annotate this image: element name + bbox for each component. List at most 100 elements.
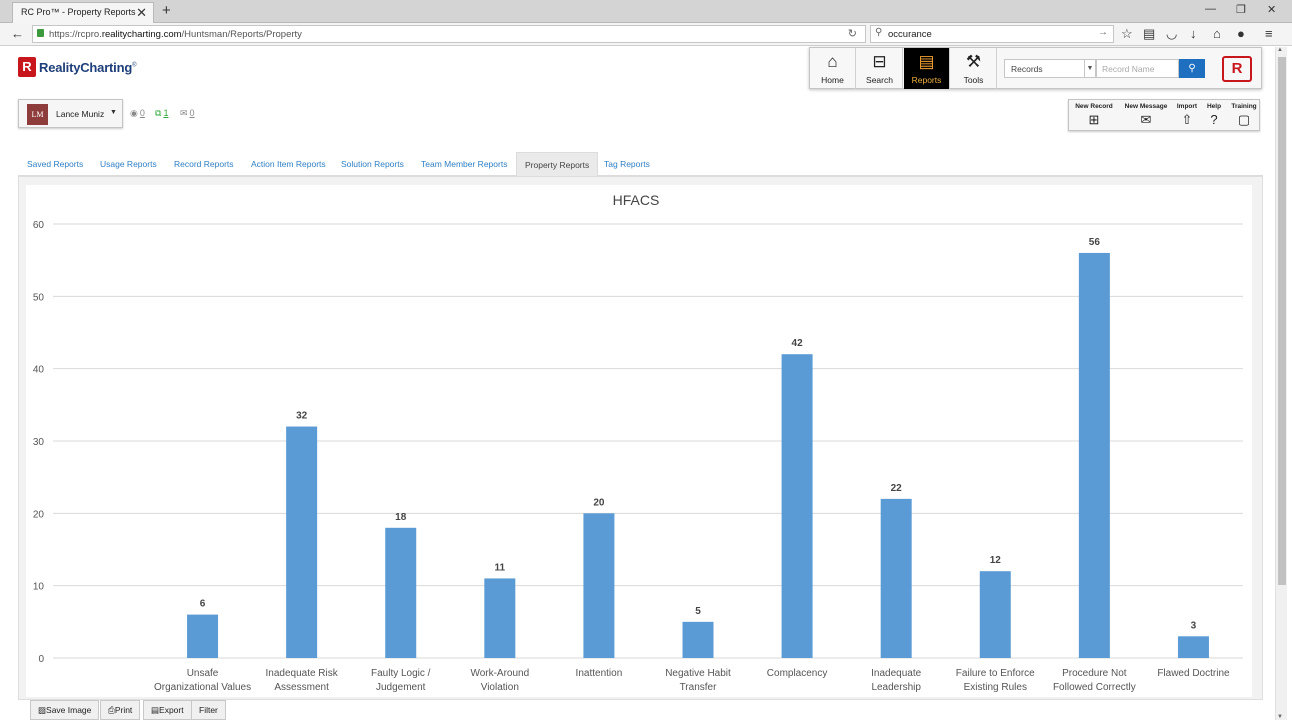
nav-search-label: Search: [866, 75, 893, 85]
back-arrow-icon[interactable]: ←: [11, 26, 24, 41]
x-tick-label: Followed Correctly: [1053, 682, 1136, 693]
menu-icon[interactable]: ≡: [1265, 26, 1273, 41]
browser-tab-bar: RC Pro™ - Property Reports ✕ + — ❐ ✕: [0, 0, 1292, 23]
scrollbar-thumb[interactable]: [1278, 57, 1286, 585]
export-file-icon: ▤: [151, 705, 160, 715]
close-tab-icon[interactable]: ✕: [136, 5, 147, 21]
status-c-count: 0: [189, 108, 195, 118]
filter-label: Filter: [199, 705, 218, 715]
x-tick-label: Faulty Logic /: [371, 668, 431, 679]
status-b[interactable]: ⧉ 1: [155, 108, 168, 119]
bookmark-star-icon[interactable]: ☆: [1121, 26, 1133, 42]
tab-tag-reports[interactable]: Tag Reports: [604, 152, 650, 176]
address-bar[interactable]: https://rcpro.realitycharting.com/Huntsm…: [32, 25, 866, 43]
copy-squares-icon: ⧉: [155, 108, 162, 118]
new-tab-icon[interactable]: +: [162, 2, 171, 19]
x-tick-label: Procedure Not: [1062, 668, 1127, 679]
bar: [286, 426, 318, 658]
browser-search-box[interactable]: ⚲ occurance →: [870, 25, 1114, 43]
nav-search-button[interactable]: ⊟ Search: [857, 48, 903, 89]
tab-team-member-reports[interactable]: Team Member Reports: [421, 152, 507, 176]
x-tick-label: Inadequate Risk: [265, 668, 338, 679]
search-go-arrow-icon[interactable]: →: [1098, 27, 1108, 38]
x-tick-label: Failure to Enforce: [956, 668, 1035, 679]
chat-icon[interactable]: ●: [1237, 26, 1245, 41]
download-icon[interactable]: ↓: [1190, 26, 1197, 41]
logo-text: RealityCharting: [39, 60, 133, 75]
record-search-button[interactable]: ⚲: [1179, 59, 1205, 78]
new-message-button[interactable]: New Message ✉: [1119, 100, 1173, 131]
data-label: 18: [395, 512, 407, 523]
report-tabs: Saved Reports Usage Reports Record Repor…: [18, 152, 1263, 176]
restore-icon[interactable]: ❐: [1236, 3, 1246, 16]
tab-saved-reports[interactable]: Saved Reports: [27, 152, 83, 176]
reading-list-icon[interactable]: ▤: [1143, 26, 1155, 42]
print-button[interactable]: ⎙Print: [100, 700, 141, 720]
action-toolbar: New Record ⊞ New Message ✉ Import ⇧ Help…: [1068, 99, 1260, 131]
status-c[interactable]: ✉ 0: [180, 108, 195, 119]
scroll-up-icon[interactable]: ▲: [1277, 47, 1283, 53]
minimize-icon[interactable]: —: [1205, 3, 1216, 15]
browser-tab[interactable]: RC Pro™ - Property Reports ✕: [12, 2, 154, 23]
x-tick-label: Assessment: [274, 682, 329, 693]
nav-reports-button[interactable]: ▤ Reports: [904, 48, 950, 89]
data-label: 32: [296, 411, 308, 422]
envelope-icon: ✉: [180, 108, 188, 118]
import-button[interactable]: Import ⇧: [1175, 100, 1199, 131]
data-label: 6: [200, 599, 206, 610]
new-message-icon: ✉: [1140, 112, 1152, 127]
tab-usage-reports[interactable]: Usage Reports: [100, 152, 157, 176]
status-a-count: 0: [139, 108, 145, 118]
reload-icon[interactable]: ↻: [848, 27, 857, 40]
browser-nav-bar: ← https://rcpro.realitycharting.com/Hunt…: [0, 23, 1292, 46]
nav-home-button[interactable]: ⌂ Home: [810, 48, 856, 89]
scroll-down-icon[interactable]: ▼: [1277, 714, 1283, 720]
reports-icon: ▤: [918, 52, 935, 71]
logo-mark-icon: R: [18, 57, 36, 77]
y-tick-label: 20: [33, 509, 45, 520]
pocket-icon[interactable]: ◡: [1166, 26, 1177, 42]
new-record-button[interactable]: New Record ⊞: [1071, 100, 1117, 131]
tab-solution-reports[interactable]: Solution Reports: [341, 152, 404, 176]
search-icon: ⚲: [1188, 63, 1196, 74]
x-tick-label: Complacency: [767, 668, 828, 679]
filter-button[interactable]: Filter: [191, 700, 226, 720]
chart-panel: HFACS 0 10 20 30 40 50 60 6 Unsafe Organizational …: [18, 176, 1263, 700]
y-tick-label: 60: [33, 220, 45, 231]
x-tick-label: Judgement: [376, 682, 426, 693]
data-label: 12: [990, 555, 1002, 566]
x-tick-label: Flawed Doctrine: [1157, 668, 1230, 679]
bar: [880, 498, 912, 658]
chart-title: HFACS: [613, 192, 660, 208]
status-b-count: 1: [163, 108, 169, 118]
home-browser-icon[interactable]: ⌂: [1213, 26, 1221, 41]
data-label: 42: [792, 338, 804, 349]
page-scrollbar[interactable]: ▲ ▼: [1275, 47, 1287, 720]
y-tick-label: 30: [33, 437, 45, 448]
bar: [682, 621, 714, 658]
x-tick-label: Existing Rules: [964, 682, 1027, 693]
tab-property-reports[interactable]: Property Reports: [516, 152, 599, 176]
lock-icon: [37, 29, 44, 37]
browser-tab-title: RC Pro™ - Property Reports: [21, 7, 136, 17]
status-a[interactable]: ◉ 0: [130, 108, 145, 119]
nav-tools-button[interactable]: ⚒ Tools: [951, 48, 997, 89]
records-select-value: Records: [1011, 64, 1043, 74]
x-tick-label: Work-Around: [470, 668, 529, 679]
tab-record-reports[interactable]: Record Reports: [174, 152, 234, 176]
import-icon: ⇧: [1181, 112, 1193, 127]
tab-action-item-reports[interactable]: Action Item Reports: [251, 152, 326, 176]
search-icon: ⚲: [875, 27, 883, 38]
record-name-placeholder: Record Name: [1102, 64, 1155, 74]
realitycharting-logo-icon[interactable]: R: [1222, 56, 1252, 82]
help-button[interactable]: Help ?: [1201, 100, 1227, 131]
save-image-button[interactable]: ▨Save Image: [30, 700, 100, 720]
url-domain: realitycharting.com: [101, 29, 182, 40]
record-name-input[interactable]: Record Name: [1096, 59, 1179, 78]
user-menu[interactable]: LM Lance Muniz ▼: [18, 99, 123, 128]
records-select[interactable]: Records ▼: [1004, 59, 1096, 78]
training-button[interactable]: Training ▢: [1229, 100, 1259, 131]
export-button[interactable]: ▤Export: [143, 700, 192, 720]
y-tick-label: 40: [33, 365, 45, 376]
window-close-icon[interactable]: ✕: [1267, 3, 1276, 16]
